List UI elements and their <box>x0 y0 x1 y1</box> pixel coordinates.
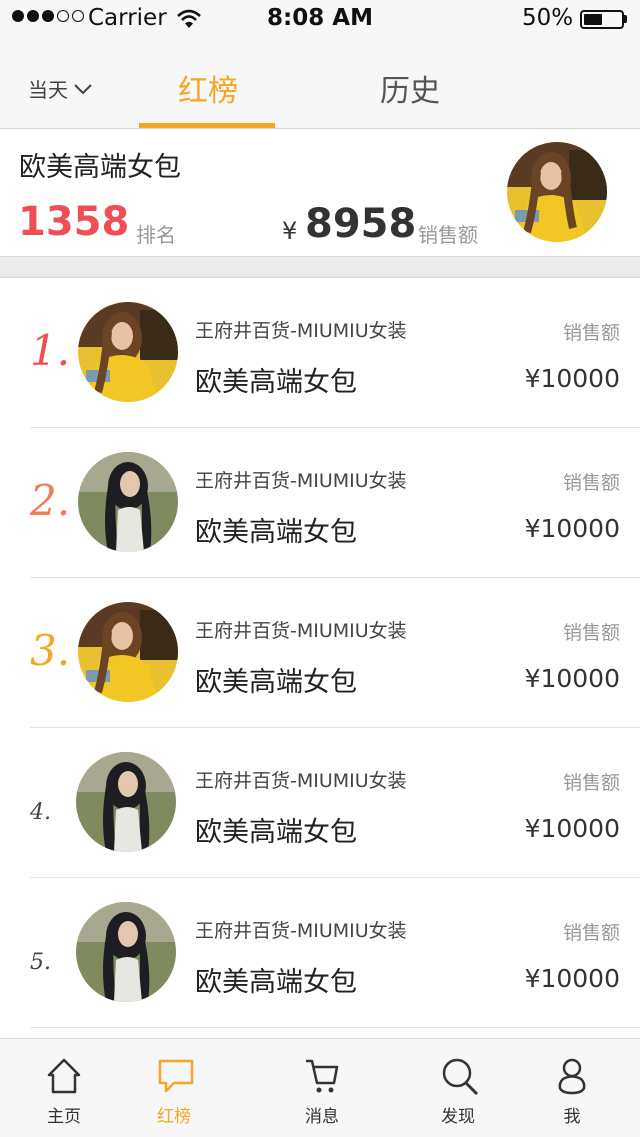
sales-amount: ¥10000 <box>524 964 620 993</box>
tab-history[interactable]: 历史 <box>380 66 440 110</box>
tabbar-messages[interactable]: 消息 <box>258 1039 386 1137</box>
avatar <box>78 602 178 702</box>
search-icon <box>442 1058 479 1095</box>
rank-number: 5. <box>30 950 51 975</box>
store-name: 王府井百货-MIUMIU女装 <box>195 920 407 942</box>
sales-label: 销售额 <box>562 772 620 794</box>
active-tab-indicator <box>139 123 275 128</box>
avatar <box>507 142 607 242</box>
list-item[interactable]: 2. 王府井百货-MIUMIU女装 欧美高端女包 销售额 ¥10000 <box>0 428 640 578</box>
store-name: 王府井百货-MIUMIU女装 <box>195 320 407 342</box>
tabbar-label: 消息 <box>305 1107 339 1127</box>
tabbar-red-list[interactable]: 红榜 <box>110 1039 238 1137</box>
list-item[interactable]: 1. 王府井百货-MIUMIU女装 欧美高端女包 销售额 ¥10000 <box>0 278 640 428</box>
battery-percent: 50% <box>522 5 574 31</box>
sales-label: 销售额 <box>562 922 620 944</box>
tabbar-label: 发现 <box>441 1107 475 1127</box>
rank-number: 1. <box>30 326 71 375</box>
list-item[interactable]: 4. 王府井百货-MIUMIU女装 欧美高端女包 销售额 ¥10000 <box>0 728 640 878</box>
sales-label: 销售额 <box>562 622 620 644</box>
avatar <box>76 902 176 1002</box>
sales-amount: ¥10000 <box>524 364 620 393</box>
tabbar-me[interactable]: 我 <box>508 1039 636 1137</box>
store-name: 王府井百货-MIUMIU女装 <box>195 470 407 492</box>
tabbar-discover[interactable]: 发现 <box>394 1039 522 1137</box>
summary-title: 欧美高端女包 <box>19 152 181 183</box>
battery-icon <box>580 10 624 29</box>
ranking-list: 1. 王府井百货-MIUMIU女装 欧美高端女包 销售额 ¥10000 2. 王… <box>0 278 640 1028</box>
tabbar-label: 我 <box>563 1107 581 1127</box>
rank-number: 2. <box>30 476 71 525</box>
date-filter-dropdown[interactable]: 当天 <box>28 74 92 103</box>
summary-amount-label: 销售额 <box>418 223 478 247</box>
top-tab-bar: 当天 红榜 历史 <box>0 40 640 129</box>
product-name: 欧美高端女包 <box>195 367 357 398</box>
sales-amount: ¥10000 <box>524 664 620 693</box>
list-item[interactable]: 5. 王府井百货-MIUMIU女装 欧美高端女包 销售额 ¥10000 <box>0 878 640 1028</box>
product-name: 欧美高端女包 <box>195 817 357 848</box>
avatar <box>76 752 176 852</box>
user-icon <box>558 1058 586 1095</box>
sales-amount: ¥10000 <box>524 514 620 543</box>
summary-rank-label: 排名 <box>136 223 176 247</box>
tabbar-label: 主页 <box>47 1107 81 1127</box>
product-name: 欧美高端女包 <box>195 517 357 548</box>
summary-amount: 8958 <box>305 201 417 247</box>
store-name: 王府井百货-MIUMIU女装 <box>195 770 407 792</box>
avatar <box>78 452 178 552</box>
date-filter-label: 当天 <box>28 78 68 102</box>
store-name: 王府井百货-MIUMIU女装 <box>195 620 407 642</box>
sales-label: 销售额 <box>562 322 620 344</box>
home-icon <box>47 1058 81 1094</box>
section-divider <box>0 256 640 278</box>
product-name: 欧美高端女包 <box>195 667 357 698</box>
summary-rank: 1358 <box>18 199 130 245</box>
product-name: 欧美高端女包 <box>195 967 357 998</box>
rank-number: 3. <box>30 626 71 675</box>
avatar <box>78 302 178 402</box>
sales-amount: ¥10000 <box>524 814 620 843</box>
tabbar-label: 红榜 <box>157 1107 191 1127</box>
tabbar-home[interactable]: 主页 <box>0 1039 128 1137</box>
currency-symbol: ¥ <box>282 217 298 245</box>
bottom-tab-bar: 主页 红榜 消息 发现 我 <box>0 1038 640 1137</box>
chevron-down-icon <box>74 83 92 94</box>
summary-card[interactable]: 欧美高端女包 1358 排名 ¥ 8958 销售额 <box>0 129 640 256</box>
rank-number: 4. <box>30 800 51 825</box>
cart-icon <box>306 1059 339 1093</box>
status-bar: Carrier 8:08 AM 50% <box>0 0 640 40</box>
tab-red-list[interactable]: 红榜 <box>178 66 238 110</box>
chat-bubble-icon <box>158 1059 194 1093</box>
sales-label: 销售额 <box>562 472 620 494</box>
list-item[interactable]: 3. 王府井百货-MIUMIU女装 欧美高端女包 销售额 ¥10000 <box>0 578 640 728</box>
